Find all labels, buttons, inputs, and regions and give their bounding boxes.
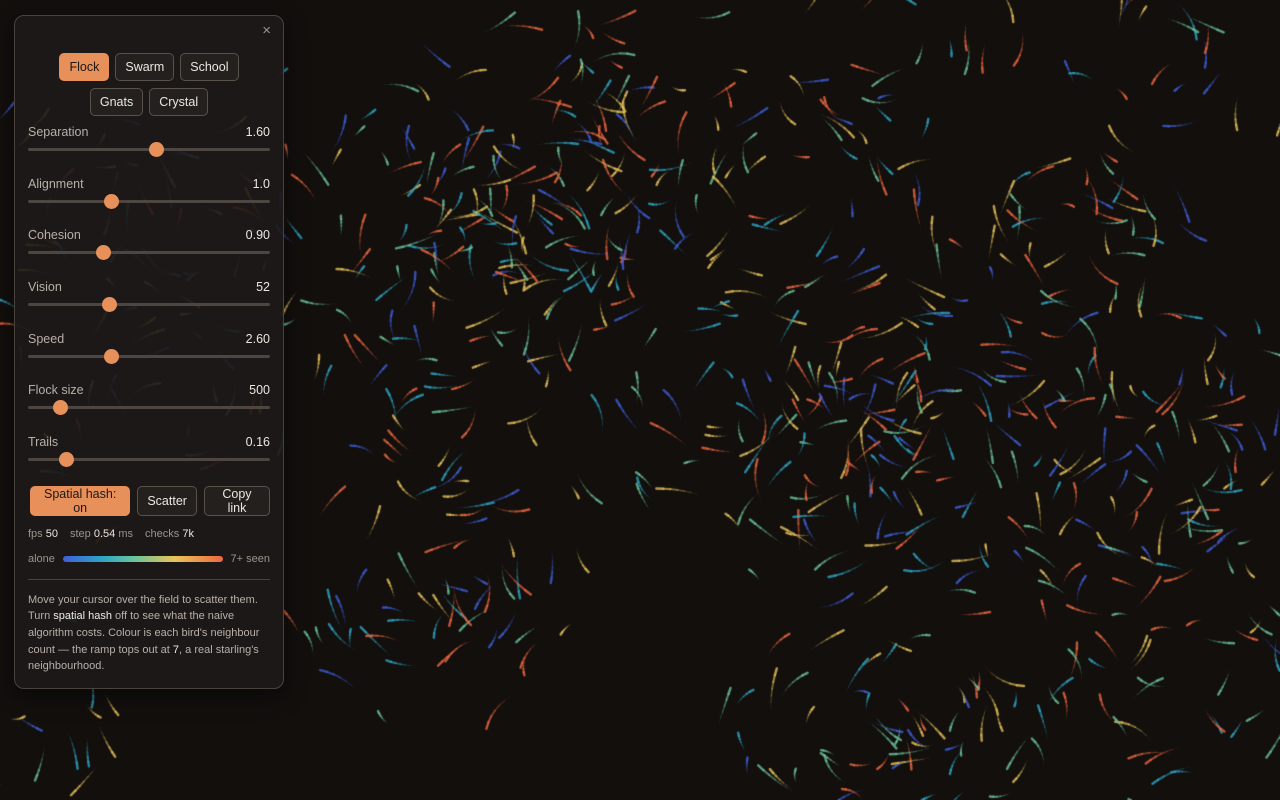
speed-track[interactable]: [28, 354, 270, 358]
checks-value: 7k: [182, 527, 194, 540]
vision-value: 52: [256, 280, 270, 295]
copy-link-button[interactable]: Copy link: [203, 485, 270, 516]
trails-value: 0.16: [245, 435, 270, 450]
checks-stat: checks 7k: [145, 528, 194, 540]
neighbour-color-legend: alone 7+ seen: [28, 553, 270, 565]
legend-low-label: alone: [28, 552, 55, 565]
parameter-sliders: Separation 1.60 Alignment 1.0 Cohesion 0…: [28, 125, 270, 487]
preset-flock-button[interactable]: Flock: [59, 53, 110, 81]
vision-slider: Vision 52: [28, 280, 270, 332]
vision-thumb[interactable]: [101, 297, 117, 313]
fps-stat: fps 50: [28, 528, 58, 540]
performance-stats: fps 50 step 0.54 ms checks 7k: [28, 528, 270, 540]
trails-label: Trails: [28, 435, 59, 450]
alignment-value: 1.0: [252, 176, 270, 191]
step-stat: step 0.54 ms: [70, 528, 133, 540]
flock-size-thumb[interactable]: [53, 400, 69, 416]
fps-label: fps: [28, 527, 43, 540]
speed-label: Speed: [28, 331, 65, 346]
speed-value: 2.60: [245, 331, 270, 346]
step-value: 0.54: [93, 527, 116, 540]
help-text: Move your cursor over the field to scatt…: [28, 592, 270, 675]
preset-school-button[interactable]: School: [180, 53, 239, 81]
alignment-slider: Alignment 1.0: [28, 177, 270, 229]
cohesion-value: 0.90: [245, 228, 270, 243]
step-unit: ms: [118, 527, 134, 540]
close-icon[interactable]: ×: [262, 23, 271, 39]
color-ramp: [62, 555, 223, 562]
cohesion-track[interactable]: [28, 251, 270, 255]
cohesion-slider: Cohesion 0.90: [28, 228, 270, 280]
scatter-button[interactable]: Scatter: [137, 485, 197, 516]
cohesion-label: Cohesion: [28, 228, 81, 243]
vision-label: Vision: [28, 280, 62, 295]
spatial-hash-toggle[interactable]: Spatial hash: on: [30, 485, 131, 516]
separation-slider: Separation 1.60: [28, 125, 270, 177]
alignment-label: Alignment: [28, 176, 84, 191]
separation-thumb[interactable]: [148, 142, 164, 157]
flock-size-label: Flock size: [28, 383, 84, 398]
separation-value: 1.60: [245, 125, 270, 139]
fps-value: 50: [45, 527, 58, 540]
action-buttons: Spatial hash: on Scatter Copy link: [28, 485, 270, 516]
alignment-thumb[interactable]: [103, 193, 119, 209]
separation-label: Separation: [28, 125, 89, 139]
vision-track[interactable]: [28, 303, 270, 307]
speed-slider: Speed 2.60: [28, 332, 270, 384]
speed-thumb[interactable]: [103, 348, 119, 364]
preset-crystal-button[interactable]: Crystal: [149, 88, 209, 116]
alignment-track[interactable]: [28, 199, 270, 203]
cohesion-thumb[interactable]: [95, 245, 111, 261]
preset-swarm-button[interactable]: Swarm: [115, 53, 175, 81]
preset-buttons: Flock Swarm School Gnats Crystal: [28, 53, 270, 116]
trails-slider: Trails 0.16: [28, 435, 270, 487]
flock-size-slider: Flock size 500: [28, 383, 270, 435]
help-spatial-hash-emphasis: spatial hash: [53, 610, 112, 623]
checks-label: checks: [145, 527, 180, 540]
flock-size-value: 500: [249, 383, 270, 398]
control-panel: × Flock Swarm School Gnats Crystal Separ…: [14, 15, 284, 689]
step-label: step: [70, 527, 91, 540]
legend-high-label: 7+ seen: [230, 552, 270, 565]
preset-gnats-button[interactable]: Gnats: [89, 88, 144, 116]
divider: [28, 578, 270, 580]
trails-thumb[interactable]: [59, 452, 75, 468]
